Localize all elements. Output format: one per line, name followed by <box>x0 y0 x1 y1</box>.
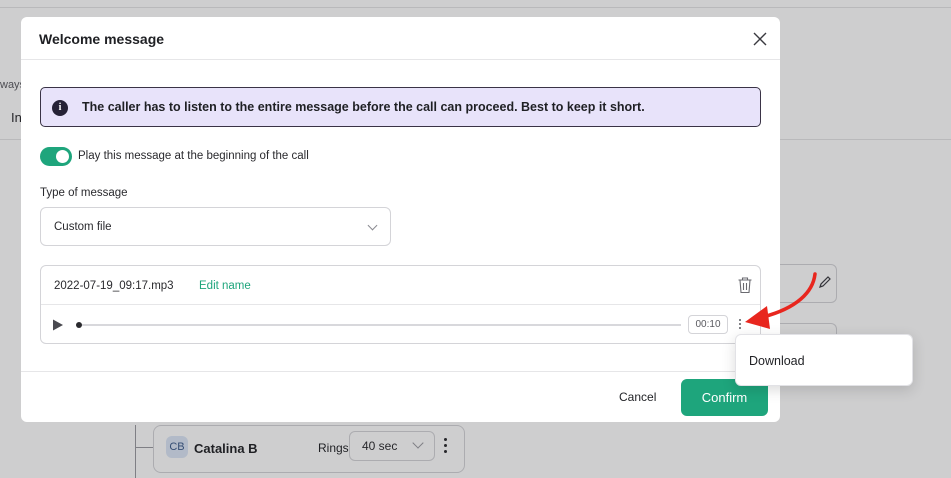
info-icon: i <box>52 100 68 116</box>
dialog-header: Welcome message <box>21 17 780 60</box>
info-text: The caller has to listen to the entire m… <box>82 100 645 114</box>
type-of-message-value: Custom file <box>54 221 112 233</box>
close-icon[interactable] <box>752 31 768 47</box>
toggle-knob <box>56 150 69 163</box>
type-of-message-label: Type of message <box>40 187 128 199</box>
download-menu-item[interactable]: Download <box>749 354 805 368</box>
chevron-down-icon <box>367 220 378 231</box>
toggle-label: Play this message at the beginning of th… <box>78 150 309 162</box>
cancel-button[interactable]: Cancel <box>619 390 656 404</box>
duration-label: 00:10 <box>688 315 728 334</box>
audio-file-card: 2022-07-19_09:17.mp3 Edit name 00:10 <box>40 265 761 344</box>
play-icon[interactable] <box>52 319 64 331</box>
dialog-title: Welcome message <box>39 31 165 47</box>
dialog-footer-divider <box>21 371 780 372</box>
type-of-message-select[interactable]: Custom file <box>40 207 391 246</box>
play-at-beginning-toggle[interactable] <box>40 147 72 166</box>
file-header: 2022-07-19_09:17.mp3 Edit name <box>41 266 760 305</box>
welcome-message-dialog: Welcome message i The caller has to list… <box>21 17 780 422</box>
edit-name-link[interactable]: Edit name <box>199 280 251 292</box>
more-options-menu: Download <box>735 334 913 386</box>
file-name: 2022-07-19_09:17.mp3 <box>54 280 174 292</box>
info-banner: i The caller has to listen to the entire… <box>40 87 761 127</box>
annotation-arrow-icon <box>745 272 817 329</box>
progress-track[interactable] <box>82 324 681 326</box>
